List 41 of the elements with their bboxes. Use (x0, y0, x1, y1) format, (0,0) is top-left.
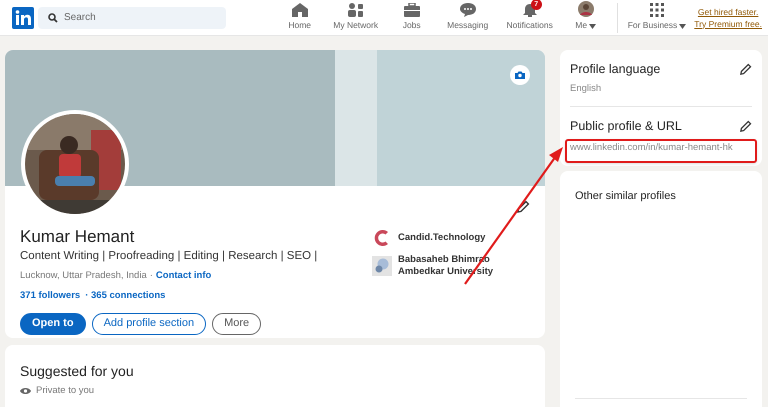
grid-icon (650, 3, 664, 18)
profile-button[interactable]: Open to (20, 312, 86, 334)
nav-item[interactable]: Me (560, 0, 611, 35)
briefcase-icon (404, 3, 420, 18)
nav-item[interactable]: Home (274, 0, 325, 35)
followers-link[interactable]: 371 followers (20, 289, 80, 304)
profile-button[interactable]: Add profile section (92, 312, 206, 334)
camera-icon (515, 71, 525, 79)
connections-link[interactable]: · 365 connections (85, 289, 166, 304)
profile-name: Kumar Hemant (20, 226, 136, 248)
contact-info-link[interactable]: Contact info (156, 269, 212, 284)
linkedin-logo[interactable] (12, 6, 34, 28)
for-business-menu[interactable]: For Business (624, 0, 690, 35)
profile-button[interactable]: More (212, 312, 262, 334)
edit-icon[interactable] (739, 62, 752, 76)
setting-value: English (570, 82, 602, 96)
separator: · (150, 269, 153, 283)
eye-icon (20, 387, 31, 396)
headline: Content Writing | Proofreading | Editing | Research | SEO | (20, 249, 318, 264)
people-icon (348, 3, 364, 18)
location: Lucknow, Uttar Pradesh, India (20, 269, 147, 283)
nav-item[interactable]: Messaging (436, 0, 499, 35)
school-logo (372, 256, 392, 276)
edit-icon[interactable] (739, 120, 752, 133)
search-field[interactable]: Search (38, 6, 226, 28)
nav-item[interactable]: My Network (324, 0, 387, 35)
setting-title: Public profile & URL (570, 118, 682, 135)
affiliation-name[interactable]: Candid.Technology (398, 232, 518, 244)
section-title: Suggested for you (20, 362, 135, 381)
privacy-note: Private to you (36, 384, 94, 398)
chat-bubble-icon (460, 3, 476, 18)
home-icon (292, 3, 308, 18)
premium-link[interactable]: Try Premium free. (694, 18, 762, 30)
section-title: Other similar profiles (575, 189, 677, 204)
premium-link[interactable]: Get hired faster. (698, 6, 758, 18)
search-icon (48, 12, 58, 22)
setting-title: Profile language (570, 61, 660, 78)
setting-value: www.linkedin.com/in/kumar-hemant-hk (565, 138, 757, 163)
edit-icon[interactable] (516, 200, 530, 214)
nav-item[interactable]: Jobs (386, 0, 437, 35)
avatar-icon (578, 1, 594, 18)
